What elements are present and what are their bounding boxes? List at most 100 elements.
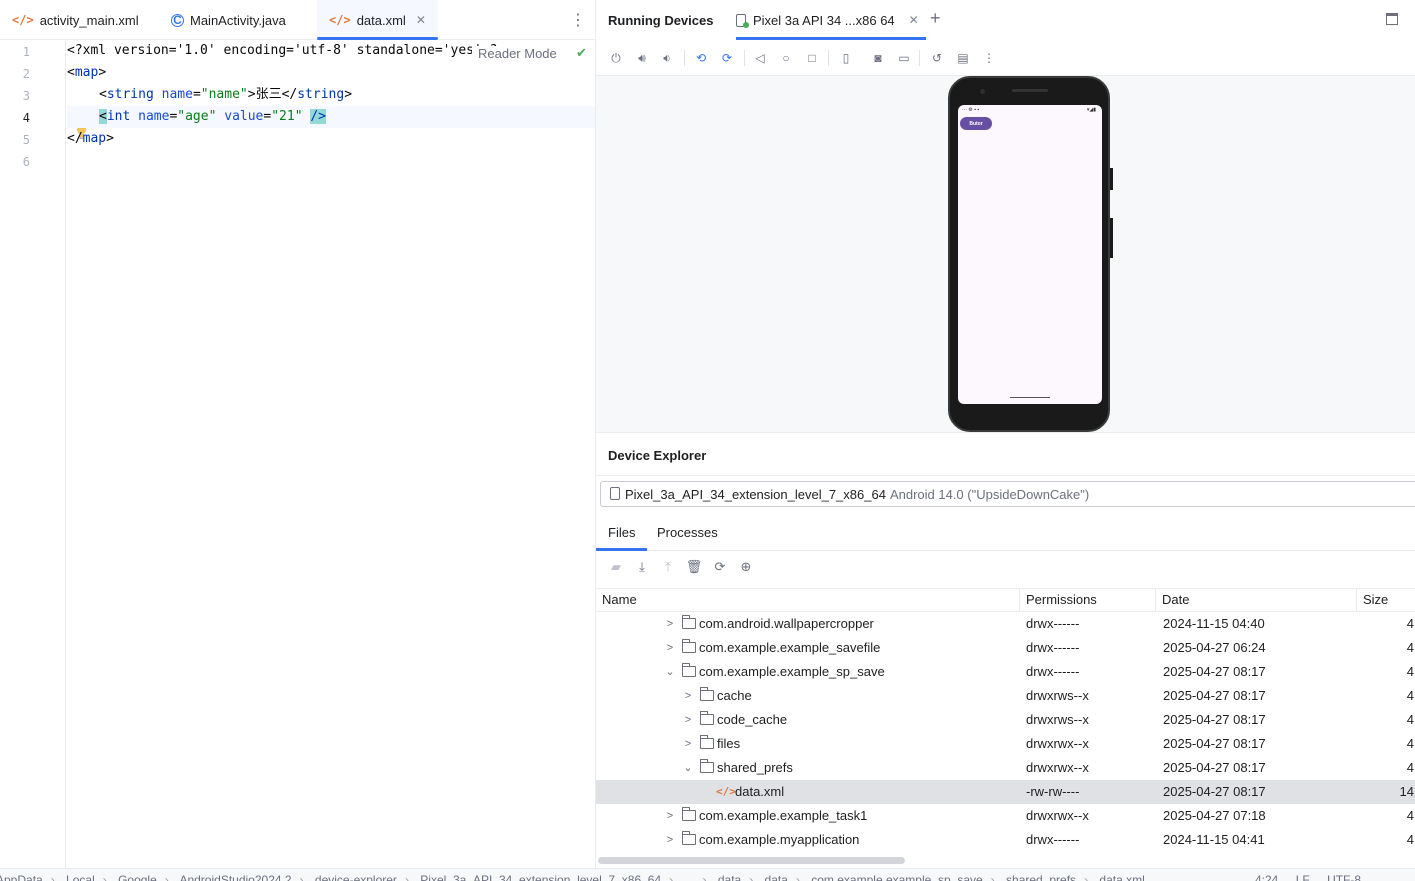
column-name[interactable]: Name [596, 589, 637, 611]
breadcrumb-item[interactable]: Pixel_3a_API_34_extension_level_7_x86_64 [420, 873, 661, 881]
table-row[interactable]: > com.android.wallpapercropper drwx-----… [596, 612, 1415, 636]
chevron-right-icon[interactable]: > [664, 828, 676, 852]
breadcrumb-item[interactable]: Local [66, 873, 95, 881]
overview-icon[interactable]: □ [804, 50, 820, 66]
breadcrumb-item[interactable]: com.example.example_sp_save [811, 873, 982, 881]
file-permissions: drwx------ [1026, 664, 1080, 679]
file-size: 4 [1406, 832, 1414, 847]
app-button[interactable]: Butor [960, 117, 992, 130]
table-row[interactable]: ⌄ shared_prefs drwxrwx--x 2025-04-27 08:… [596, 756, 1415, 780]
more-icon[interactable]: ⋮ [981, 50, 997, 66]
chevron-down-icon[interactable]: ⌄ [682, 756, 694, 780]
running-devices-header: Running Devices Pixel 3a API 34 ...x86 6… [596, 0, 1415, 40]
breadcrumb-item[interactable]: AppData [0, 873, 43, 881]
gesture-home-bar[interactable] [1010, 397, 1050, 398]
horizontal-scrollbar[interactable] [596, 854, 1415, 866]
scrollbar-thumb[interactable] [598, 857, 905, 864]
punct: > [344, 87, 353, 102]
tab-data-xml[interactable]: </> data.xml ✕ [317, 0, 438, 40]
punct: </ [67, 131, 83, 146]
code-line-5: </map> [67, 128, 114, 150]
java-class-icon: C [171, 13, 184, 27]
breadcrumb-item[interactable]: shared_prefs [1006, 873, 1076, 881]
breadcrumb-item[interactable]: Google [118, 873, 157, 881]
reader-mode-button[interactable]: Reader Mode [472, 46, 557, 61]
column-permissions[interactable]: Permissions [1020, 589, 1097, 611]
code-line-1: <?xml version='1.0' encoding='utf-8' sta… [67, 40, 505, 62]
close-icon[interactable]: ✕ [416, 13, 426, 27]
xml-file-icon: </> [12, 13, 34, 27]
table-row[interactable]: ⌄ com.example.example_sp_save drwx------… [596, 660, 1415, 684]
breadcrumb-item[interactable]: device-explorer [315, 873, 397, 881]
device-selector[interactable]: Pixel_3a_API_34_extension_level_7_x86_64… [600, 481, 1415, 507]
breadcrumb-item[interactable]: data [765, 873, 788, 881]
column-size[interactable]: Size [1357, 589, 1388, 611]
tab-processes[interactable]: Processes [645, 517, 730, 551]
volume-down-icon[interactable]: 🔉︎ [659, 50, 675, 66]
folder-icon [700, 711, 714, 725]
add-icon[interactable]: + [930, 8, 941, 29]
back-icon[interactable]: ◁ [752, 50, 768, 66]
breadcrumb-item[interactable]: data.xml [1099, 873, 1144, 881]
snapshot-icon[interactable]: ▤ [955, 50, 971, 66]
chevron-right-icon[interactable]: > [664, 636, 676, 660]
download-icon[interactable]: ⤓ [634, 559, 650, 575]
file-size: 4 [1406, 688, 1414, 703]
chevron-right-icon[interactable]: > [664, 804, 676, 828]
chevron-right-icon[interactable]: > [682, 684, 694, 708]
breadcrumb-item[interactable]: ... [684, 873, 694, 881]
home-icon[interactable]: ○ [778, 50, 794, 66]
locate-icon[interactable]: ⊕ [738, 559, 754, 575]
file-name: shared_prefs [717, 760, 793, 775]
chevron-right-icon[interactable]: > [664, 612, 676, 636]
breadcrumb-item[interactable]: AndroidStudio2024.2 [179, 873, 291, 881]
file-permissions: drwxrws--x [1026, 688, 1089, 703]
chevron-down-icon[interactable]: ⌄ [664, 660, 676, 684]
punct: > [247, 87, 256, 102]
tab-activity-main-xml[interactable]: </> activity_main.xml [12, 0, 139, 40]
screenshot-icon[interactable]: ◙ [870, 50, 886, 66]
caret-position[interactable]: 4:24 [1255, 873, 1278, 881]
punct: < [67, 65, 75, 80]
table-row[interactable]: > com.example.myapplication drwx------ 2… [596, 828, 1415, 852]
table-row[interactable]: > com.example.example_savefile drwx-----… [596, 636, 1415, 660]
sync-icon[interactable]: ⟳ [712, 559, 728, 575]
screen-record-icon[interactable]: ▭ [896, 50, 912, 66]
device-frame-icon[interactable]: ▯ [838, 50, 854, 66]
table-row[interactable]: > cache drwxrws--x 2025-04-27 08:17 4 [596, 684, 1415, 708]
maximize-icon[interactable] [1386, 13, 1398, 25]
power-icon[interactable]: ⏻ [608, 50, 624, 66]
chevron-right-icon[interactable]: > [682, 732, 694, 756]
delete-icon[interactable]: 🗑︎ [686, 559, 703, 575]
table-row-selected[interactable]: </> data.xml -rw-rw---- 2025-04-27 08:17… [596, 780, 1415, 804]
table-row[interactable]: > code_cache drwxrws--x 2025-04-27 08:17… [596, 708, 1415, 732]
tab-mainactivity-java[interactable]: C MainActivity.java [171, 0, 286, 40]
device-display[interactable]: ··· ⚙ ▪ ▪ ▾◢▮ Butor [958, 105, 1102, 404]
file-size: 4 [1406, 760, 1414, 775]
new-folder-icon[interactable]: ▰ [608, 559, 624, 575]
chevron-right-icon[interactable]: > [682, 708, 694, 732]
tag-name: map [82, 131, 107, 146]
table-row[interactable]: > com.example.example_task1 drwxrwx--x 2… [596, 804, 1415, 828]
device-screen-frame[interactable]: ··· ⚙ ▪ ▪ ▾◢▮ Butor [948, 76, 1113, 432]
table-row[interactable]: > files drwxrwx--x 2025-04-27 08:17 4 [596, 732, 1415, 756]
more-vertical-icon[interactable]: ⋮ [570, 10, 586, 30]
device-explorer-tabs: Files Processes [596, 517, 1415, 551]
attr-value: "age" [177, 109, 217, 124]
breadcrumb-item[interactable]: data [718, 873, 741, 881]
tab-files[interactable]: Files [596, 517, 648, 551]
code-area[interactable]: <?xml version='1.0' encoding='utf-8' sta… [67, 41, 595, 868]
close-icon[interactable]: ✕ [909, 13, 919, 27]
rotate-left-icon[interactable]: ⟲ [693, 50, 709, 66]
upload-icon[interactable]: ⤒ [660, 559, 676, 575]
reset-icon[interactable]: ↺ [929, 50, 945, 66]
column-date[interactable]: Date [1156, 589, 1189, 611]
volume-up-icon[interactable]: 🔊︎ [634, 50, 650, 66]
file-name: files [717, 736, 741, 751]
tag-name: string [297, 87, 345, 102]
rotate-right-icon[interactable]: ⟳ [719, 50, 735, 66]
file-encoding[interactable]: UTF-8 [1327, 873, 1361, 881]
tab-device-pixel-3a[interactable]: Pixel 3a API 34 ...x86 64 ✕ [736, 0, 926, 40]
line-separator[interactable]: LF [1296, 873, 1310, 881]
check-icon[interactable]: ✔ [576, 45, 587, 61]
